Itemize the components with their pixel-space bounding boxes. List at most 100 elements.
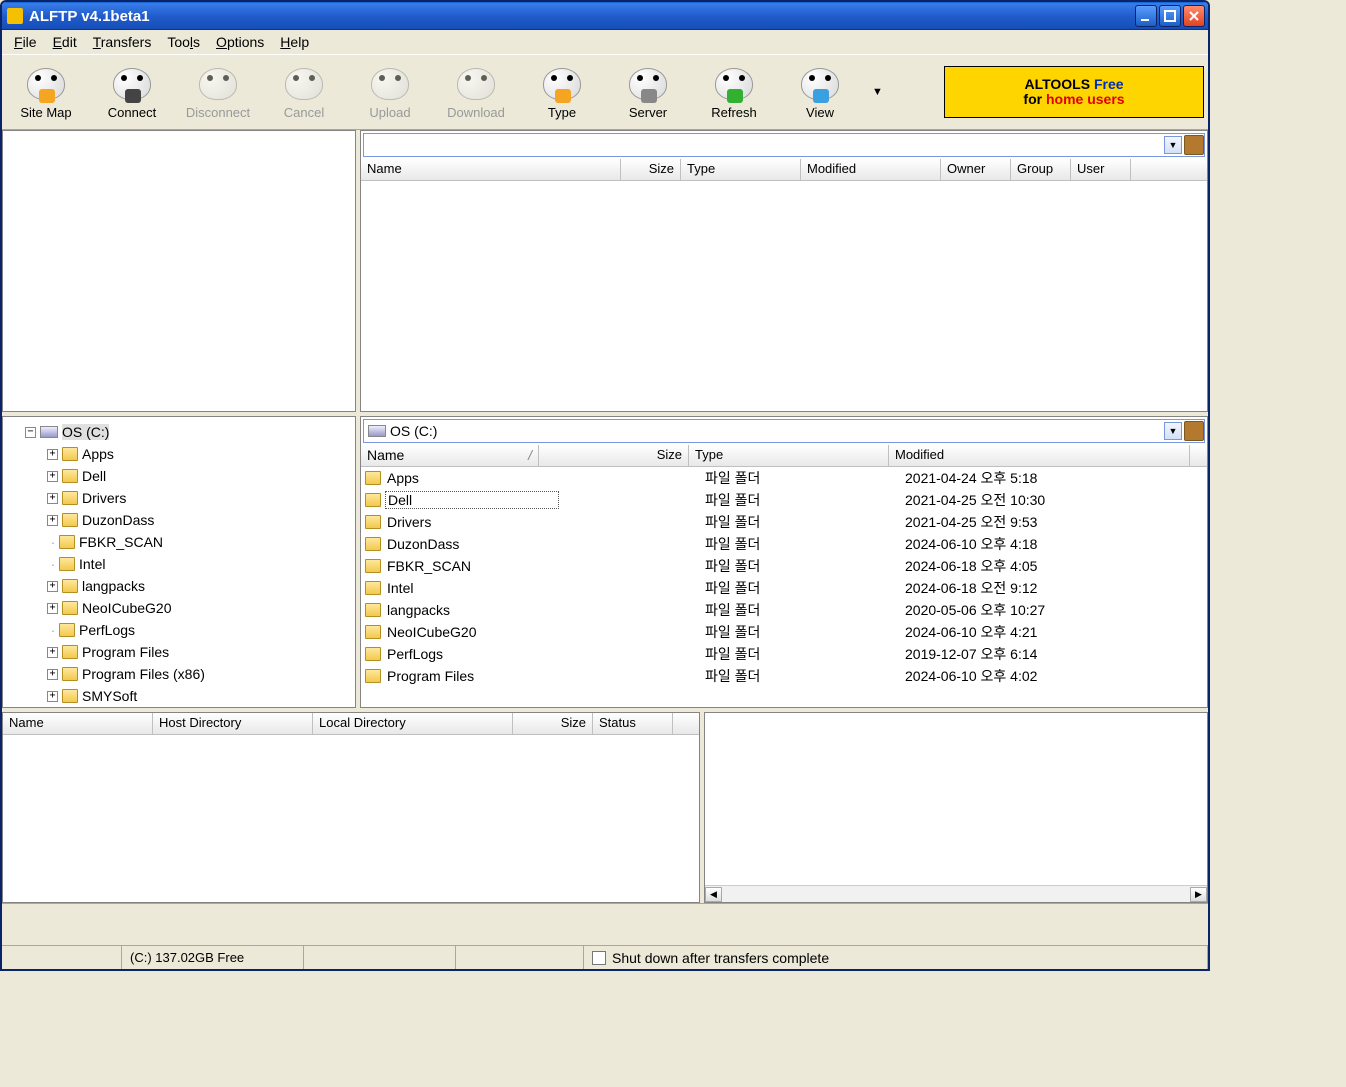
col-type[interactable]: Type xyxy=(689,445,889,466)
up-folder-icon[interactable] xyxy=(1184,421,1204,441)
up-folder-icon[interactable] xyxy=(1184,135,1204,155)
queue-body[interactable] xyxy=(3,735,699,902)
list-item[interactable]: Program Files파일 폴더2024-06-10 오후 4:02 xyxy=(361,665,1207,687)
list-item[interactable]: Dell파일 폴더2021-04-25 오전 10:30 xyxy=(361,489,1207,511)
refresh-button[interactable]: Refresh xyxy=(694,63,774,122)
remote-list-pane: ▼ Name Size Type Modified Owner Group Us… xyxy=(360,130,1208,412)
col-type[interactable]: Type xyxy=(681,159,801,180)
tree-item[interactable]: +Dell xyxy=(7,465,351,487)
expand-icon[interactable]: + xyxy=(47,647,58,658)
expand-icon[interactable]: + xyxy=(47,515,58,526)
col-group[interactable]: Group xyxy=(1011,159,1071,180)
scroll-right-icon[interactable]: ▶ xyxy=(1190,887,1207,902)
local-path-dropdown-icon[interactable]: ▼ xyxy=(1164,422,1182,440)
col-size[interactable]: Size xyxy=(513,713,593,734)
menu-file[interactable]: File xyxy=(6,32,45,52)
folder-icon xyxy=(59,623,75,637)
list-item[interactable]: DuzonDass파일 폴더2024-06-10 오후 4:18 xyxy=(361,533,1207,555)
col-size[interactable]: Size xyxy=(539,445,689,466)
col-host[interactable]: Host Directory xyxy=(153,713,313,734)
tree-item[interactable]: ·FBKR_SCAN xyxy=(7,531,351,553)
close-button[interactable] xyxy=(1183,5,1205,27)
col-modified[interactable]: Modified xyxy=(801,159,941,180)
expand-icon[interactable]: + xyxy=(47,471,58,482)
shutdown-checkbox[interactable] xyxy=(592,951,606,965)
titlebar[interactable]: ALFTP v4.1beta1 xyxy=(2,2,1208,30)
col-user[interactable]: User xyxy=(1071,159,1131,180)
col-size[interactable]: Size xyxy=(621,159,681,180)
col-name[interactable]: Name/ xyxy=(361,445,539,466)
list-item[interactable]: FBKR_SCAN파일 폴더2024-06-18 오후 4:05 xyxy=(361,555,1207,577)
log-hscrollbar[interactable]: ◀ ▶ xyxy=(705,885,1207,902)
menu-edit[interactable]: Edit xyxy=(45,32,85,52)
view-button[interactable]: View xyxy=(780,63,860,122)
col-name[interactable]: Name xyxy=(3,713,153,734)
tree-root[interactable]: OS (C:) xyxy=(62,424,109,440)
expand-icon[interactable]: + xyxy=(47,691,58,702)
menu-transfers[interactable]: Transfers xyxy=(85,32,160,52)
statusbar: (C:) 137.02GB Free Shut down after trans… xyxy=(2,945,1208,969)
list-item[interactable]: NeoICubeG20파일 폴더2024-06-10 오후 4:21 xyxy=(361,621,1207,643)
tree-label: Program Files xyxy=(82,644,169,660)
minimize-button[interactable] xyxy=(1135,5,1157,27)
col-local[interactable]: Local Directory xyxy=(313,713,513,734)
folder-icon xyxy=(62,447,78,461)
tree-item[interactable]: ·PerfLogs xyxy=(7,619,351,641)
download-button[interactable]: Download xyxy=(436,63,516,122)
tree-label: NeoICubeG20 xyxy=(82,600,172,616)
tree-item[interactable]: +DuzonDass xyxy=(7,509,351,531)
folder-icon xyxy=(59,535,75,549)
local-path-bar[interactable]: OS (C:) ▼ xyxy=(363,419,1205,443)
remote-path-dropdown-icon[interactable]: ▼ xyxy=(1164,136,1182,154)
expand-icon[interactable]: − xyxy=(25,427,36,438)
menu-options[interactable]: Options xyxy=(208,32,272,52)
tree-item[interactable]: +langpacks xyxy=(7,575,351,597)
list-item[interactable]: Intel파일 폴더2024-06-18 오전 9:12 xyxy=(361,577,1207,599)
remote-list-body[interactable] xyxy=(361,181,1207,411)
maximize-button[interactable] xyxy=(1159,5,1181,27)
drive-icon xyxy=(368,425,386,437)
expand-icon[interactable]: + xyxy=(47,449,58,460)
cancel-button[interactable]: Cancel xyxy=(264,63,344,122)
tree-item[interactable]: +Apps xyxy=(7,443,351,465)
type-button[interactable]: Type xyxy=(522,63,602,122)
tree-item[interactable]: ·Intel xyxy=(7,553,351,575)
tree-item[interactable]: + NeoICubeG20 xyxy=(7,597,351,619)
list-item[interactable]: langpacks파일 폴더2020-05-06 오후 10:27 xyxy=(361,599,1207,621)
remote-tree-pane[interactable] xyxy=(2,130,356,412)
view-dropdown-icon[interactable]: ▼ xyxy=(872,86,883,98)
local-list-body[interactable]: Apps파일 폴더2021-04-24 오후 5:18Dell파일 폴더2021… xyxy=(361,467,1207,707)
folder-icon xyxy=(62,491,78,505)
expand-icon[interactable]: + xyxy=(47,603,58,614)
disconnect-button[interactable]: Disconnect xyxy=(178,63,258,122)
folder-icon xyxy=(62,645,78,659)
expand-icon[interactable]: + xyxy=(47,493,58,504)
connect-button[interactable]: Connect xyxy=(92,63,172,122)
tree-item[interactable]: +Program Files (x86) xyxy=(7,663,351,685)
menu-help[interactable]: Help xyxy=(272,32,317,52)
folder-icon xyxy=(62,601,78,615)
col-name[interactable]: Name xyxy=(361,159,621,180)
expand-icon[interactable]: + xyxy=(47,669,58,680)
sitemap-button[interactable]: Site Map xyxy=(6,63,86,122)
tree-item[interactable]: + Program Files xyxy=(7,641,351,663)
list-item[interactable]: PerfLogs파일 폴더2019-12-07 오후 6:14 xyxy=(361,643,1207,665)
local-tree[interactable]: − OS (C:) +Apps+Dell+Drivers+DuzonDass·F… xyxy=(3,417,355,707)
server-button[interactable]: Server xyxy=(608,63,688,122)
remote-path-bar[interactable]: ▼ xyxy=(363,133,1205,157)
menu-tools[interactable]: Tools xyxy=(159,32,208,52)
tree-item[interactable]: +Drivers xyxy=(7,487,351,509)
col-modified[interactable]: Modified xyxy=(889,445,1190,466)
log-body[interactable] xyxy=(705,713,1207,885)
list-item[interactable]: Apps파일 폴더2021-04-24 오후 5:18 xyxy=(361,467,1207,489)
upload-button[interactable]: Upload xyxy=(350,63,430,122)
scroll-left-icon[interactable]: ◀ xyxy=(705,887,722,902)
altools-banner[interactable]: ALTOOLS Free for home users xyxy=(944,66,1204,118)
tree-item[interactable]: +SMYSoft xyxy=(7,685,351,707)
col-owner[interactable]: Owner xyxy=(941,159,1011,180)
expand-icon[interactable]: + xyxy=(47,581,58,592)
col-status[interactable]: Status xyxy=(593,713,673,734)
local-tree-pane: − OS (C:) +Apps+Dell+Drivers+DuzonDass·F… xyxy=(2,416,356,708)
folder-icon xyxy=(62,579,78,593)
list-item[interactable]: Drivers파일 폴더2021-04-25 오전 9:53 xyxy=(361,511,1207,533)
